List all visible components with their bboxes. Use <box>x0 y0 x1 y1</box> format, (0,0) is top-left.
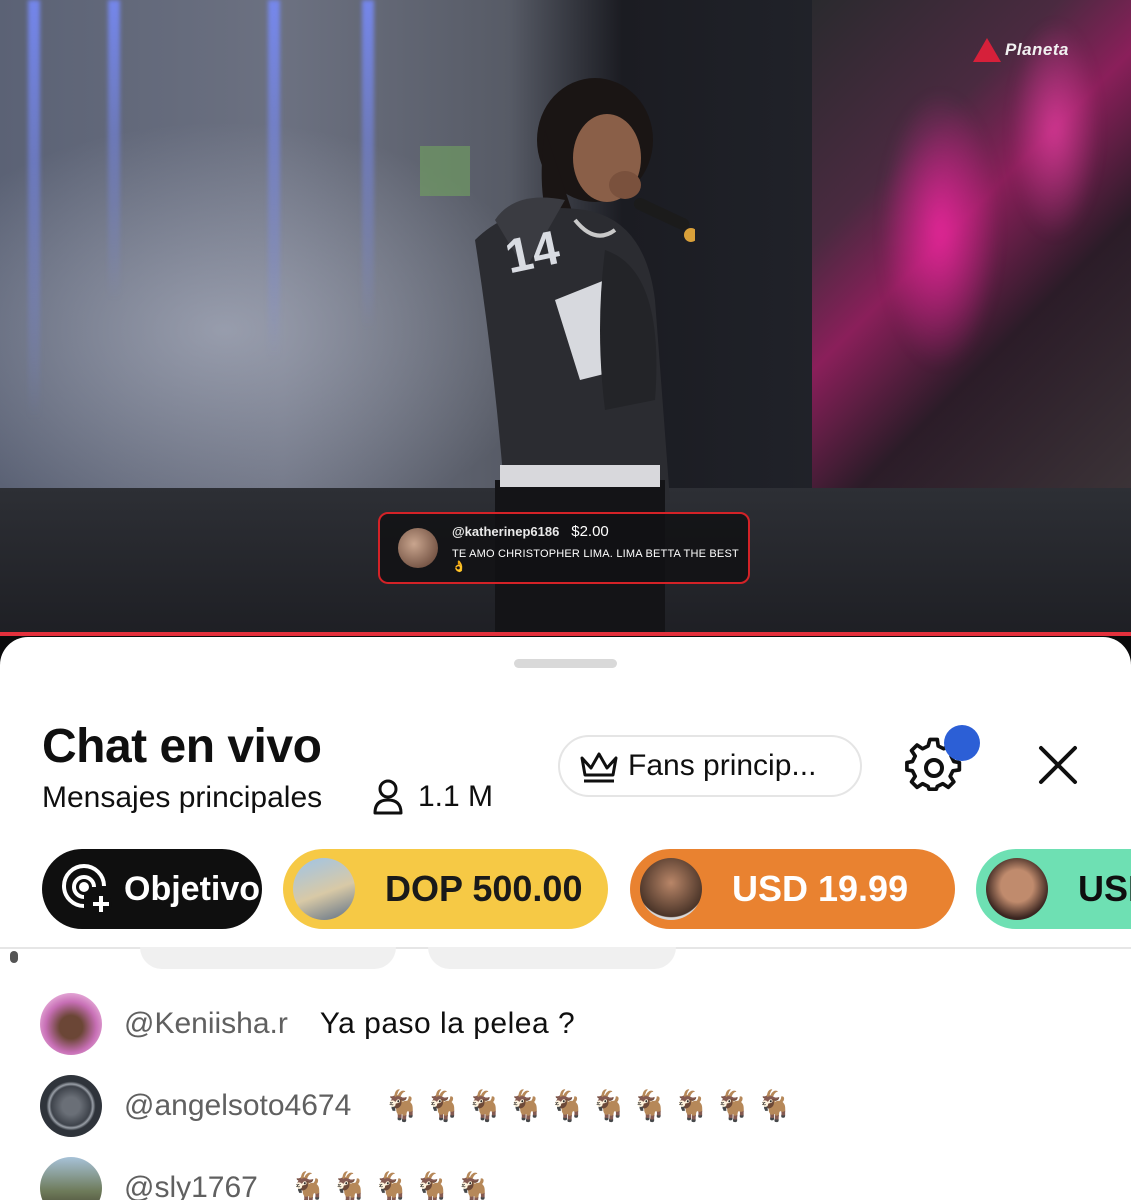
close-icon <box>1039 746 1077 784</box>
superchat-body: @katherinep6186 $2.00 TE AMO CHRISTOPHER… <box>452 523 748 573</box>
message-author: @Keniisha.r <box>124 1007 288 1040</box>
super-chat-chip[interactable]: USD <box>976 849 1131 929</box>
goal-chip-label: Objetivo <box>124 869 261 908</box>
pinned-pill <box>140 947 396 969</box>
chip-amount: USD 19.99 <box>732 868 909 909</box>
chip-amount: DOP 500.00 <box>385 868 583 909</box>
video-player[interactable]: 14 Planeta @katherinep6186 $2.00 TE AMO … <box>0 0 1131 636</box>
chip-amount: USD <box>1078 868 1131 909</box>
user-avatar <box>40 993 102 1055</box>
chat-message[interactable]: @Keniisha.r Ya paso la pelea ? <box>40 992 575 1056</box>
panel-title: Chat en vivo <box>42 720 322 773</box>
viewer-count: 1.1 M <box>372 779 493 815</box>
drag-handle[interactable] <box>514 659 617 668</box>
user-avatar <box>40 1157 102 1200</box>
settings-button[interactable] <box>904 725 980 797</box>
superchat-overlay: @katherinep6186 $2.00 TE AMO CHRISTOPHER… <box>378 512 750 584</box>
top-fans-label: Fans princip... <box>628 749 817 782</box>
stage-light <box>28 0 40 420</box>
channel-logo: Planeta <box>973 38 1069 62</box>
logo-text: Planeta <box>1005 40 1069 59</box>
stage-light <box>108 0 120 300</box>
chip-avatar <box>986 858 1048 920</box>
super-chat-chip[interactable]: DOP 500.00 <box>283 849 608 929</box>
superchat-amount: $2.00 <box>571 523 609 540</box>
goal-add-icon <box>62 864 112 915</box>
top-fans-button[interactable]: Fans princip... <box>558 735 862 797</box>
jersey-number: 14 <box>501 221 565 284</box>
stage-light <box>268 0 280 360</box>
user-avatar <box>40 1075 102 1137</box>
message-text: 🐐🐐🐐🐐🐐🐐🐐🐐🐐🐐 <box>383 1089 797 1123</box>
pinned-pill <box>428 947 676 969</box>
goal-chip[interactable]: Objetivo <box>42 849 262 929</box>
crown-icon <box>580 752 618 783</box>
logo-icon <box>973 38 1002 62</box>
scrollbar-thumb[interactable] <box>10 951 18 963</box>
super-chat-chip[interactable]: USD 19.99 <box>630 849 955 929</box>
message-author: @angelsoto4674 <box>124 1089 352 1122</box>
message-author: @sly1767 <box>124 1171 258 1200</box>
chat-mode-selector[interactable]: Mensajes principales <box>42 781 322 815</box>
live-chat-panel: Chat en vivo Mensajes principales 1.1 M … <box>0 637 1131 1200</box>
close-button[interactable] <box>1036 743 1080 787</box>
person-icon <box>373 779 403 815</box>
superchat-message: TE AMO CHRISTOPHER LIMA. LIMA BETTA THE … <box>452 548 739 573</box>
message-text: Ya paso la pelea ? <box>319 1007 576 1040</box>
viewer-count-value: 1.1 M <box>418 780 494 813</box>
chip-avatar <box>293 858 355 920</box>
superchat-avatar <box>398 528 438 568</box>
chat-message[interactable]: @angelsoto4674 🐐🐐🐐🐐🐐🐐🐐🐐🐐🐐 <box>40 1074 797 1138</box>
message-text: 🐐🐐🐐🐐🐐 <box>289 1171 497 1200</box>
chip-avatar <box>640 858 702 920</box>
superchat-user: @katherinep6186 <box>452 524 560 539</box>
chat-message[interactable]: @sly1767 🐐🐐🐐🐐🐐 <box>40 1156 497 1200</box>
supers-chip-bar: Objetivo DOP 500.00 USD 19.99 USD <box>0 849 1131 929</box>
stage-light <box>362 0 374 330</box>
led-glow <box>880 90 1000 370</box>
superchat-header: @katherinep6186 $2.00 <box>452 523 748 540</box>
notification-dot <box>944 725 980 761</box>
